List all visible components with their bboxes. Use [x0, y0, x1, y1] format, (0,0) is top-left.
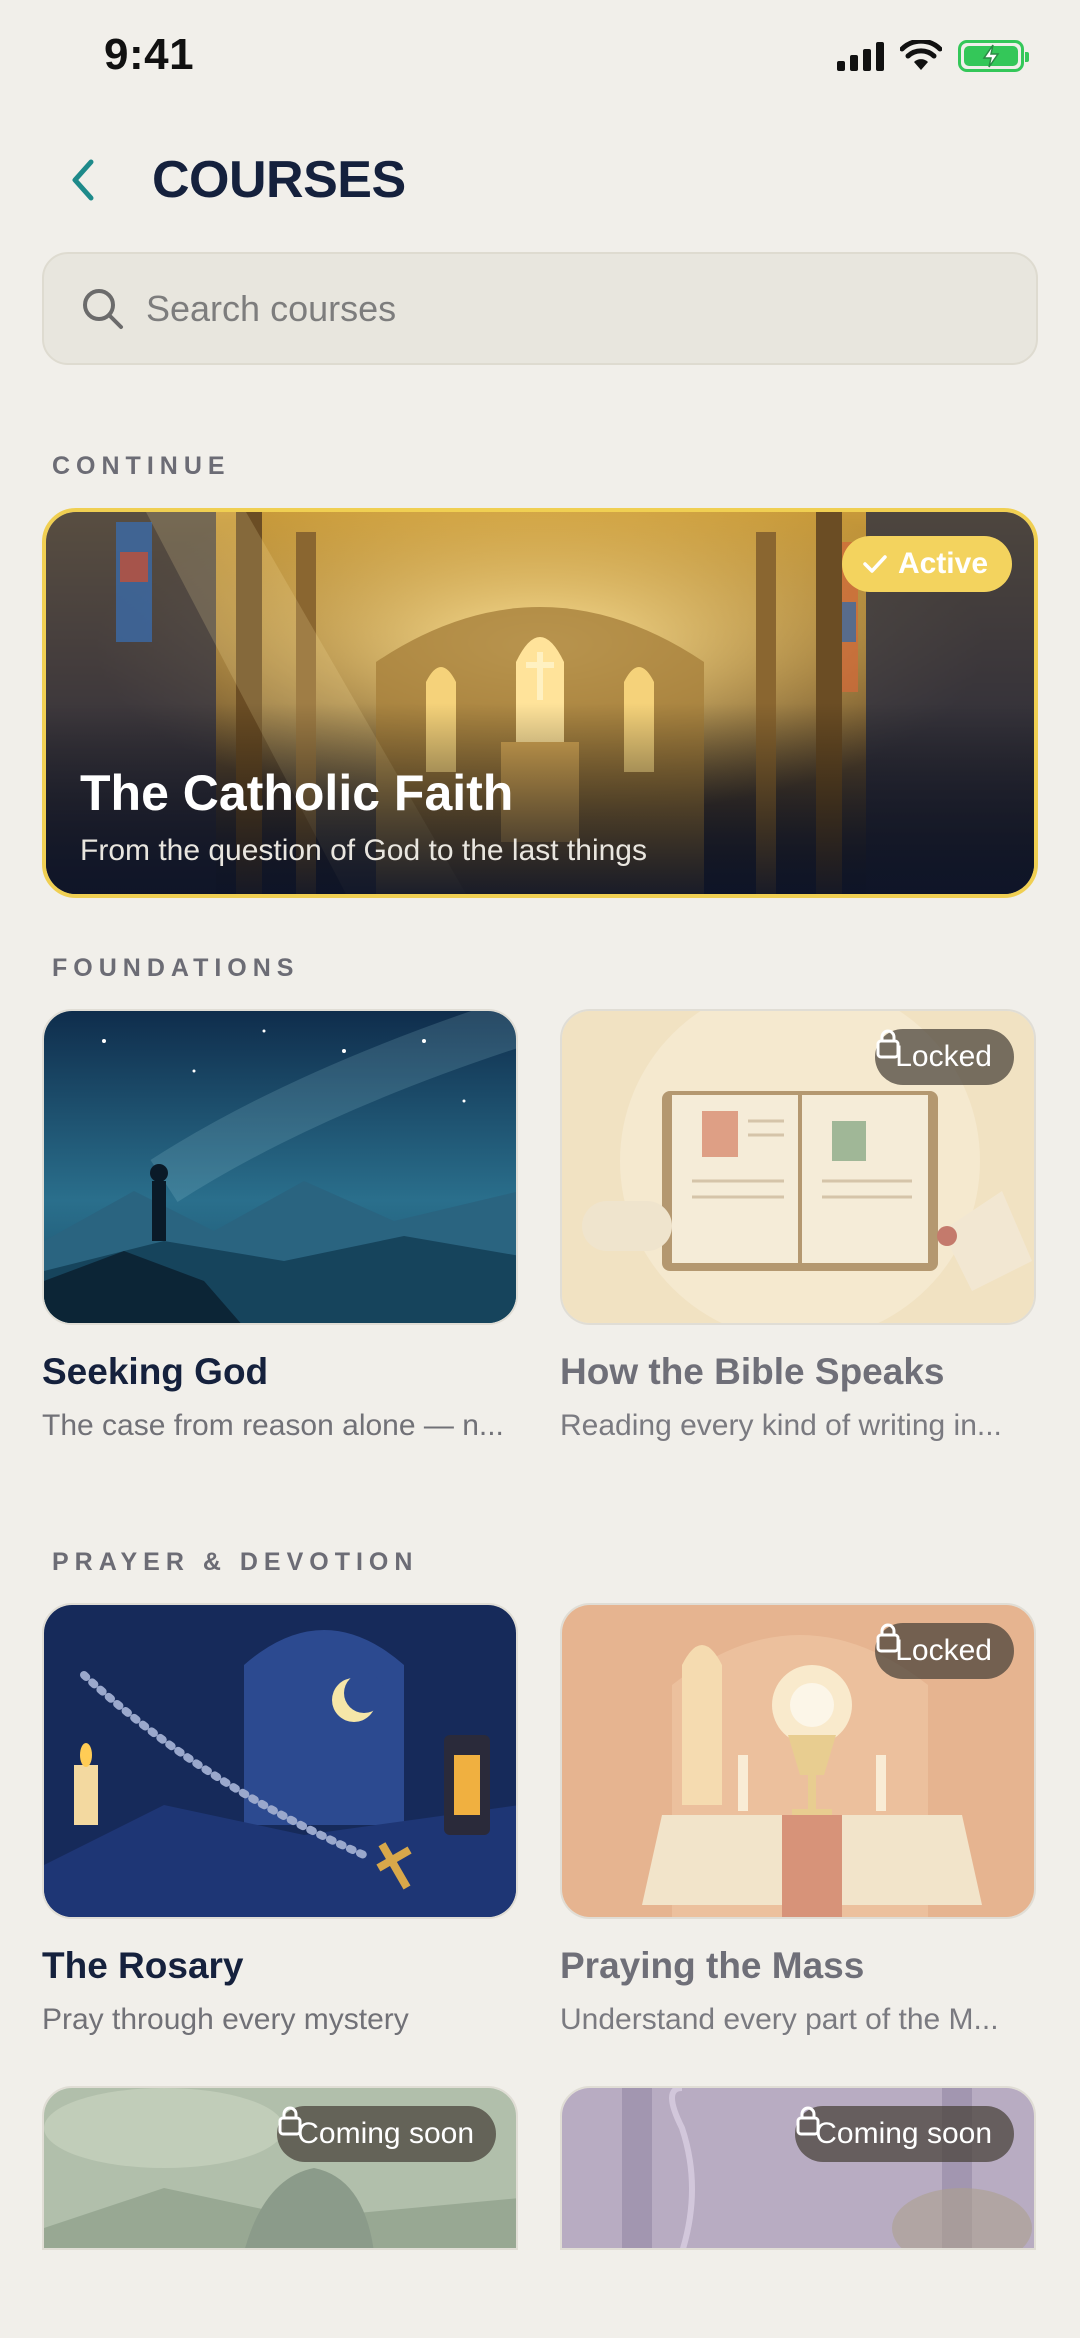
- course-card-coming-soon[interactable]: Coming soon: [560, 2086, 1036, 2250]
- section-label-foundations: FOUNDATIONS: [52, 954, 300, 982]
- active-badge-label: Active: [897, 547, 988, 580]
- rosary-image: [42, 1603, 518, 1919]
- course-card-coming-soon[interactable]: Coming soon: [42, 2086, 518, 2250]
- battery-icon: [958, 40, 1029, 72]
- course-subtitle: Reading every kind of writing in...: [560, 1409, 1002, 1442]
- search-bar[interactable]: [42, 252, 1038, 365]
- coming-soon-label: Coming soon: [815, 2117, 992, 2150]
- chapel-image: Coming soon: [560, 2086, 1036, 2250]
- section-label-prayer-devotion: PRAYER & DEVOTION: [52, 1548, 419, 1576]
- coming-soon-badge: Coming soon: [277, 2106, 496, 2162]
- lock-icon: [876, 1029, 900, 1059]
- course-card-seeking-god[interactable]: Seeking God The case from reason alone —…: [42, 1009, 518, 1459]
- wifi-icon: [900, 40, 942, 70]
- bible-image: Locked: [560, 1009, 1036, 1325]
- course-title: Praying the Mass: [560, 1945, 865, 1986]
- status-time: 9:41: [104, 30, 195, 79]
- header: COURSES: [0, 140, 1080, 220]
- coming-soon-badge: Coming soon: [795, 2106, 1014, 2162]
- chevron-left-icon: [72, 159, 94, 201]
- course-subtitle: Understand every part of the M...: [560, 2003, 999, 2036]
- course-card-the-rosary[interactable]: The Rosary Pray through every mystery: [42, 1603, 518, 2053]
- search-input[interactable]: [146, 287, 966, 330]
- course-card-how-the-bible-speaks[interactable]: Locked How the Bible Speaks Reading ever…: [560, 1009, 1036, 1459]
- status-bar: 9:41: [0, 0, 1080, 120]
- coming-soon-label: Coming soon: [297, 2117, 474, 2150]
- active-badge: Active: [841, 536, 1012, 592]
- back-button[interactable]: [56, 154, 108, 206]
- seeking-god-image: [42, 1009, 518, 1325]
- status-icons: [837, 40, 1029, 72]
- course-title: The Rosary: [42, 1945, 244, 1986]
- locked-badge: Locked: [875, 1623, 1014, 1679]
- checkmark-icon: [863, 555, 887, 573]
- featured-course-subtitle: From the question of God to the last thi…: [80, 834, 647, 867]
- locked-badge-label: Locked: [895, 1634, 992, 1667]
- course-subtitle: Pray through every mystery: [42, 2003, 409, 2036]
- featured-course-title: The Catholic Faith: [80, 765, 514, 821]
- locked-badge-label: Locked: [895, 1040, 992, 1073]
- lion-image: Coming soon: [42, 2086, 518, 2250]
- featured-course-card[interactable]: Active The Catholic Faith From the quest…: [42, 508, 1038, 898]
- lock-icon: [876, 1623, 900, 1653]
- course-card-praying-the-mass[interactable]: Locked Praying the Mass Understand every…: [560, 1603, 1036, 2053]
- search-icon: [80, 286, 126, 332]
- cellular-signal-icon: [837, 41, 884, 71]
- page-title: COURSES: [152, 151, 406, 209]
- lock-icon: [796, 2106, 820, 2136]
- mass-image: Locked: [560, 1603, 1036, 1919]
- locked-badge: Locked: [875, 1029, 1014, 1085]
- section-label-continue: CONTINUE: [52, 452, 231, 480]
- course-subtitle: The case from reason alone — n...: [42, 1409, 504, 1442]
- course-title: How the Bible Speaks: [560, 1351, 945, 1392]
- course-title: Seeking God: [42, 1351, 269, 1392]
- lock-icon: [278, 2106, 302, 2136]
